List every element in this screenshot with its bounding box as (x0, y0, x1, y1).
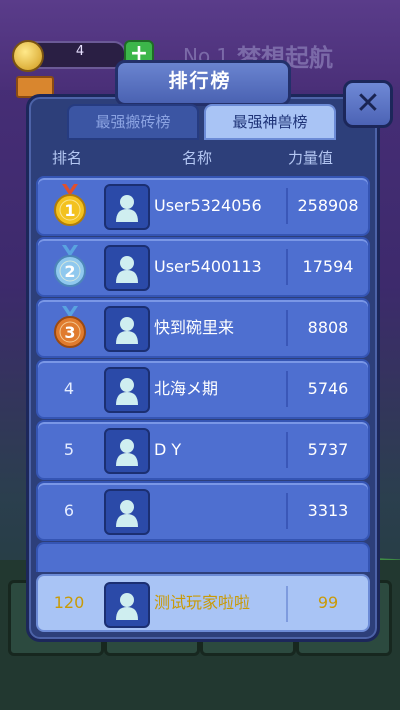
rank-number: 6 (63, 501, 75, 520)
close-button[interactable]: ✕ (343, 80, 393, 128)
avatar (104, 489, 150, 535)
svg-text:2: 2 (64, 262, 75, 281)
tab-brick-ranking[interactable]: 最强搬砖榜 (67, 104, 199, 140)
user-avatar-icon (116, 500, 138, 527)
player-name: D Y (154, 440, 182, 459)
user-avatar-icon (116, 317, 138, 344)
my-rank-power: 99 (317, 593, 339, 612)
svg-text:1: 1 (64, 201, 75, 220)
my-rank-row: 120 测试玩家啦啦 99 (36, 574, 370, 632)
player-name: 北海メ期 (154, 379, 219, 398)
user-avatar-icon (116, 195, 138, 222)
table-row: 2 User5400113 17594 (36, 237, 370, 297)
svg-text:3: 3 (64, 323, 75, 342)
table-row: 1 User5324056 258908 (36, 176, 370, 236)
table-row: 5 D Y 5737 (36, 420, 370, 480)
user-avatar-icon (116, 256, 138, 283)
player-power: 5737 (307, 440, 349, 459)
avatar (104, 582, 150, 628)
avatar (104, 367, 150, 413)
avatar (104, 245, 150, 291)
my-rank-name: 测试玩家啦啦 (154, 593, 251, 612)
my-rank-number: 120 (53, 593, 85, 612)
column-header-power: 力量值 (288, 149, 334, 167)
table-row: 6 3313 (36, 481, 370, 541)
tab-beast-ranking[interactable]: 最强神兽榜 (204, 104, 336, 140)
table-row: 3 快到碗里来 8808 (36, 298, 370, 358)
avatar (104, 428, 150, 474)
column-header-name: 名称 (182, 149, 213, 167)
modal-title: 排行榜 (168, 70, 232, 92)
player-name: 快到碗里来 (154, 318, 235, 337)
player-name: User5400113 (154, 257, 262, 276)
silver-medal-icon: 2 (54, 245, 86, 287)
rank-number: 5 (63, 440, 75, 459)
user-avatar-icon (116, 378, 138, 405)
player-power: 258908 (297, 196, 359, 215)
coin-icon (12, 40, 44, 72)
player-name: User5324056 (154, 196, 262, 215)
bronze-medal-icon: 3 (54, 306, 86, 348)
user-avatar-icon (116, 593, 138, 620)
column-header-rank: 排名 (52, 149, 83, 167)
rank-number: 4 (63, 379, 75, 398)
table-row: 4 北海メ期 5746 (36, 359, 370, 419)
table-row-partial (36, 542, 370, 572)
avatar (104, 306, 150, 352)
user-avatar-icon (116, 439, 138, 466)
player-power: 3313 (307, 501, 349, 520)
coin-count: 4 (75, 44, 85, 59)
avatar (104, 184, 150, 230)
player-power: 5746 (307, 379, 349, 398)
player-power: 8808 (307, 318, 349, 337)
gold-medal-icon: 1 (54, 184, 86, 226)
player-power: 17594 (302, 257, 354, 276)
